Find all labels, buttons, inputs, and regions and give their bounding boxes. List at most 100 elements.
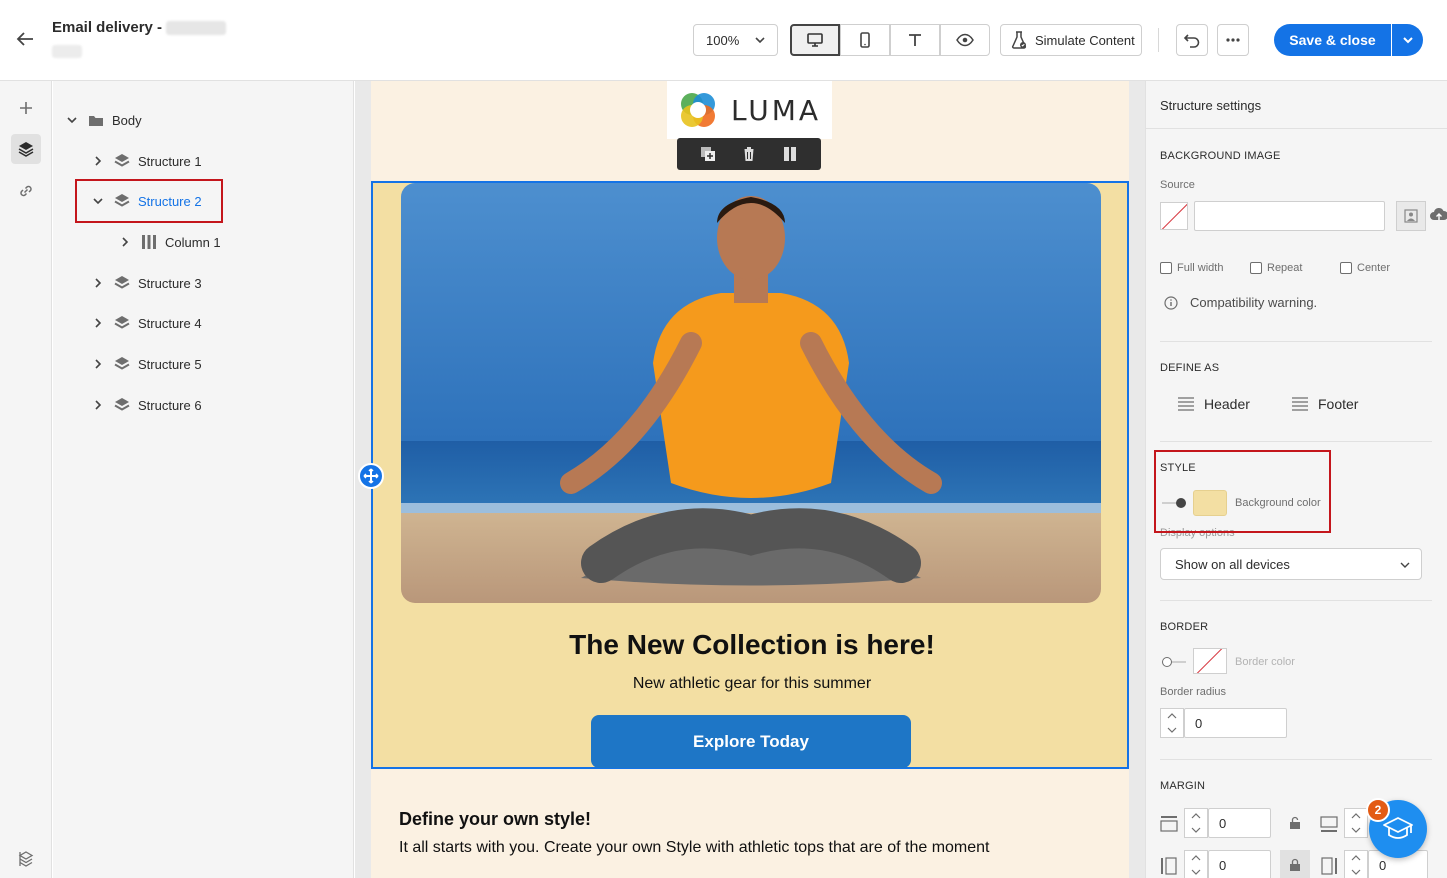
border-radius-label: Border radius bbox=[1160, 686, 1227, 698]
chevron-down-icon[interactable] bbox=[1351, 869, 1361, 875]
zoom-select[interactable]: 100% bbox=[693, 24, 778, 56]
hero-image[interactable] bbox=[401, 183, 1101, 603]
zoom-value: 100% bbox=[706, 33, 740, 48]
chevron-up-icon[interactable] bbox=[1191, 855, 1201, 861]
margin-lock-button[interactable] bbox=[1280, 850, 1310, 878]
link-icon bbox=[20, 185, 32, 197]
checkbox-label: Full width bbox=[1177, 262, 1224, 274]
checkbox-box[interactable] bbox=[1340, 262, 1352, 274]
upload-cloud-icon[interactable] bbox=[1429, 206, 1447, 227]
full-width-checkbox[interactable]: Full width bbox=[1160, 262, 1223, 274]
settings-panel-button[interactable] bbox=[11, 844, 41, 874]
section2-title[interactable]: Define your own style! bbox=[399, 809, 591, 830]
email-headline[interactable]: The New Collection is here! bbox=[373, 629, 1131, 661]
save-close-button[interactable]: Save & close bbox=[1274, 24, 1391, 56]
preview-button[interactable] bbox=[940, 24, 990, 56]
chevron-up-icon[interactable] bbox=[1191, 813, 1201, 819]
explore-today-button[interactable]: Explore Today bbox=[591, 715, 911, 768]
links-button[interactable] bbox=[11, 176, 41, 206]
undo-button[interactable] bbox=[1176, 24, 1208, 56]
tree-item-label: Structure 1 bbox=[138, 153, 202, 169]
highlight-box bbox=[75, 179, 223, 223]
tree-item-label: Structure 3 bbox=[138, 275, 202, 291]
flask-icon bbox=[1011, 31, 1027, 49]
source-label: Source bbox=[1160, 179, 1195, 191]
email-subline[interactable]: New athletic gear for this summer bbox=[373, 675, 1131, 693]
source-swatch[interactable] bbox=[1160, 202, 1188, 230]
display-options-select[interactable]: Show on all devices bbox=[1160, 548, 1422, 580]
desktop-icon bbox=[807, 33, 823, 47]
tree-item-structure-1[interactable]: Structure 1 bbox=[91, 150, 202, 172]
chevron-down-icon[interactable] bbox=[1167, 727, 1177, 733]
chevron-right-icon[interactable] bbox=[91, 398, 105, 412]
margin-bottom-stepper[interactable] bbox=[1344, 808, 1368, 838]
tree-item-label: Column 1 bbox=[165, 234, 221, 250]
center-checkbox[interactable]: Center bbox=[1340, 262, 1390, 274]
unlock-icon[interactable] bbox=[1289, 816, 1301, 830]
repeat-checkbox[interactable]: Repeat bbox=[1250, 262, 1302, 274]
chevron-up-icon[interactable] bbox=[1351, 855, 1361, 861]
checkbox-box[interactable] bbox=[1160, 262, 1172, 274]
structure-tree: Body Structure 1 Structure 2 Column 1 St… bbox=[53, 81, 354, 878]
define-as-heading: DEFINE AS bbox=[1160, 362, 1220, 374]
section2-text[interactable]: It all starts with you. Create your own … bbox=[399, 839, 990, 857]
margin-left-input[interactable]: 0 bbox=[1208, 850, 1271, 878]
chevron-down-icon[interactable] bbox=[1191, 827, 1201, 833]
top-bar: Email delivery - 100% Simulate Content S… bbox=[0, 0, 1447, 81]
asset-picker-button[interactable] bbox=[1396, 201, 1426, 231]
chevron-up-icon[interactable] bbox=[1167, 713, 1177, 719]
border-color-toggle[interactable] bbox=[1162, 656, 1186, 668]
tree-item-body[interactable]: Body bbox=[65, 109, 142, 131]
border-radius-stepper[interactable] bbox=[1160, 708, 1184, 738]
move-icon bbox=[363, 468, 379, 484]
margin-left-stepper[interactable] bbox=[1184, 850, 1208, 878]
compatibility-warning-text: Compatibility warning. bbox=[1190, 295, 1318, 310]
margin-heading: MARGIN bbox=[1160, 780, 1206, 792]
checkbox-box[interactable] bbox=[1250, 262, 1262, 274]
highlight-box bbox=[1154, 450, 1331, 533]
chevron-up-icon[interactable] bbox=[1351, 813, 1361, 819]
margin-top-input[interactable]: 0 bbox=[1208, 808, 1271, 838]
chevron-right-icon[interactable] bbox=[91, 316, 105, 330]
columns-icon[interactable] bbox=[781, 145, 799, 163]
layers-button[interactable] bbox=[11, 134, 41, 164]
desktop-view-button[interactable] bbox=[790, 24, 840, 56]
plus-icon bbox=[20, 102, 32, 114]
chevron-right-icon[interactable] bbox=[91, 276, 105, 290]
chevron-right-icon[interactable] bbox=[91, 357, 105, 371]
page-title-text: Email delivery - bbox=[52, 19, 163, 36]
chevron-down-icon[interactable] bbox=[1191, 869, 1201, 875]
chevron-down-icon[interactable] bbox=[1351, 827, 1361, 833]
text-view-button[interactable] bbox=[890, 24, 940, 56]
back-arrow-icon[interactable] bbox=[14, 28, 36, 50]
add-structure-handle[interactable] bbox=[358, 463, 384, 489]
define-footer-button[interactable]: Footer bbox=[1292, 396, 1358, 412]
more-icon bbox=[1226, 38, 1240, 42]
margin-right-stepper[interactable] bbox=[1344, 850, 1368, 878]
border-radius-input[interactable]: 0 bbox=[1184, 708, 1287, 738]
chevron-down-icon[interactable] bbox=[65, 113, 79, 127]
tree-item-column-1[interactable]: Column 1 bbox=[118, 231, 221, 253]
trash-icon[interactable] bbox=[740, 145, 758, 163]
chevron-right-icon[interactable] bbox=[91, 154, 105, 168]
undo-icon bbox=[1183, 34, 1200, 48]
save-options-button[interactable] bbox=[1392, 24, 1423, 56]
luma-logo[interactable]: LUMA bbox=[667, 81, 832, 139]
tree-item-structure-4[interactable]: Structure 4 bbox=[91, 312, 202, 334]
tree-item-structure-5[interactable]: Structure 5 bbox=[91, 353, 202, 375]
chevron-right-icon[interactable] bbox=[118, 235, 132, 249]
more-options-button[interactable] bbox=[1217, 24, 1249, 56]
simulate-content-button[interactable]: Simulate Content bbox=[1000, 24, 1142, 56]
mobile-view-button[interactable] bbox=[840, 24, 890, 56]
tree-item-structure-3[interactable]: Structure 3 bbox=[91, 272, 202, 294]
margin-top-icon bbox=[1160, 816, 1178, 832]
add-component-button[interactable] bbox=[11, 93, 41, 123]
tree-item-structure-6[interactable]: Structure 6 bbox=[91, 394, 202, 416]
margin-top-stepper[interactable] bbox=[1184, 808, 1208, 838]
source-input[interactable] bbox=[1194, 201, 1385, 231]
structure-2-block[interactable]: The New Collection is here! New athletic… bbox=[371, 181, 1129, 769]
define-header-button[interactable]: Header bbox=[1178, 396, 1250, 412]
duplicate-icon[interactable] bbox=[699, 145, 717, 163]
border-color-swatch[interactable] bbox=[1193, 648, 1227, 674]
tree-item-label: Structure 4 bbox=[138, 315, 202, 331]
